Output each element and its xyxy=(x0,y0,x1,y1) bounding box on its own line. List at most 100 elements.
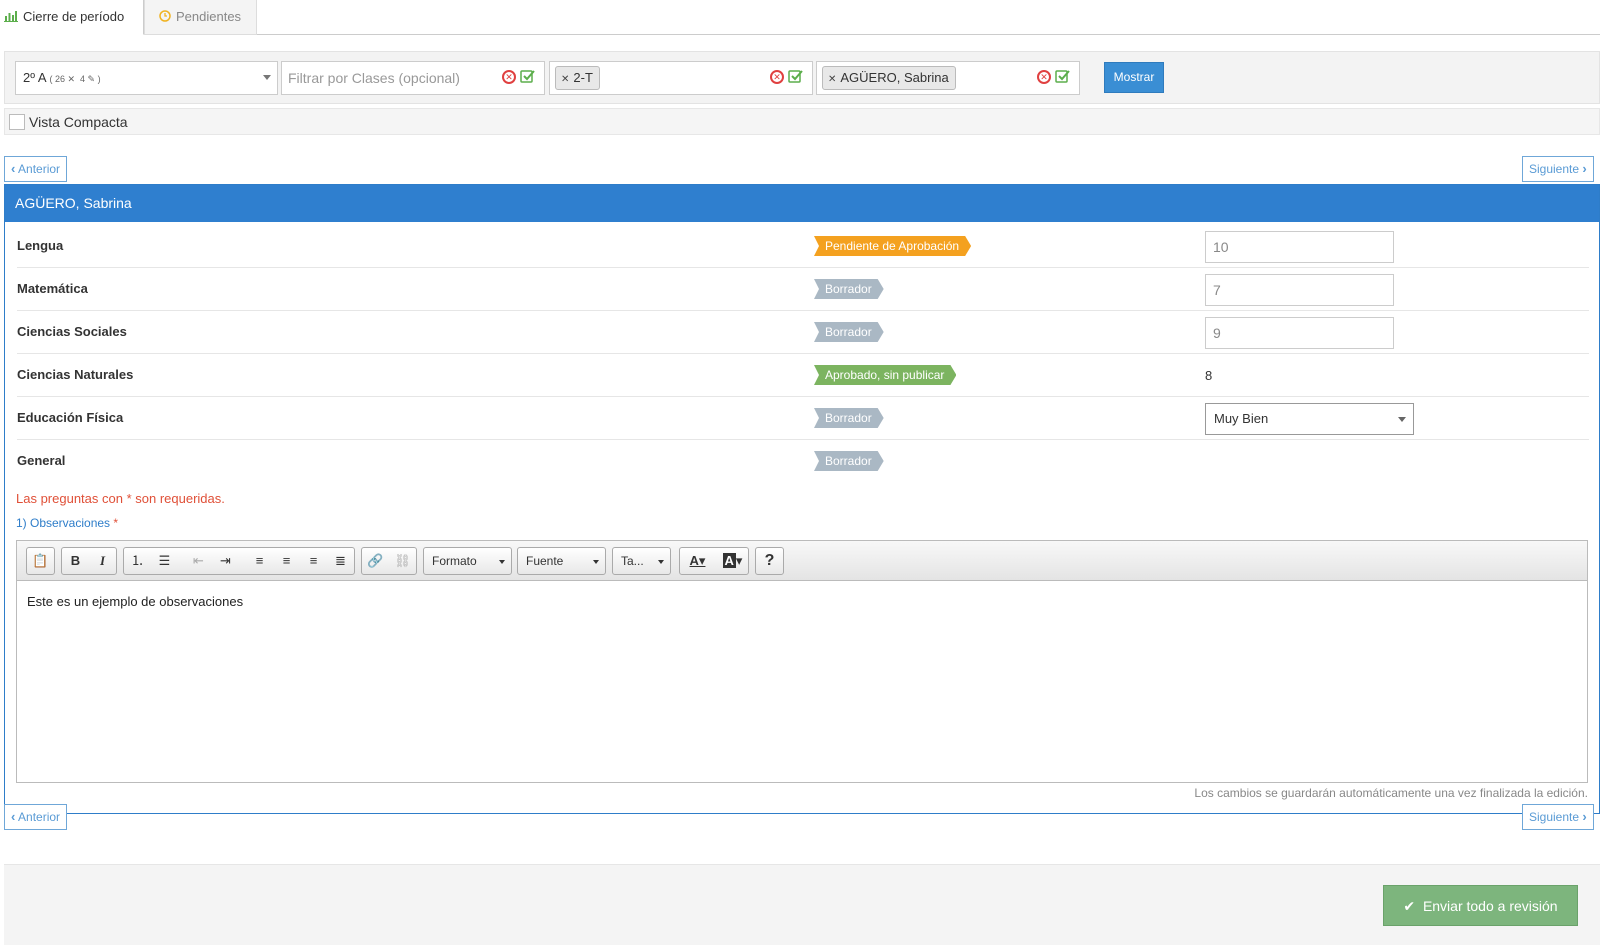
font-dropdown[interactable]: Fuente xyxy=(517,547,606,575)
period-filter-input[interactable]: ✕ 2-T ✕ xyxy=(549,61,813,95)
tab-label: Pendientes xyxy=(176,9,242,24)
required-mark: * xyxy=(113,516,119,530)
check-icon: ✔ xyxy=(1403,898,1416,914)
student-tag-label: AGÜERO, Sabrina xyxy=(840,70,949,85)
subject-row: Ciencias Naturales Aprobado, sin publica… xyxy=(17,354,1589,397)
link-icon[interactable]: 🔗 xyxy=(362,548,389,574)
chevron-down-icon xyxy=(593,560,599,564)
footer-bar xyxy=(4,864,1600,945)
numbered-list-icon[interactable]: ⒈ xyxy=(124,548,151,574)
chevron-right-icon: › xyxy=(1582,161,1587,176)
size-dropdown[interactable]: Ta... xyxy=(612,547,671,575)
chevron-down-icon xyxy=(658,560,664,564)
tab-cierre-periodo[interactable]: Cierre de período xyxy=(0,0,144,35)
compact-view-label[interactable]: Vista Compacta xyxy=(29,114,128,130)
format-dropdown[interactable]: Formato xyxy=(423,547,512,575)
tab-bar: Cierre de período Pendientes xyxy=(0,0,1600,35)
chevron-down-icon xyxy=(1398,417,1406,422)
check-square-icon[interactable] xyxy=(788,69,803,84)
clear-icon[interactable]: ✕ xyxy=(770,70,784,84)
paste-icon[interactable]: 📋 xyxy=(27,548,54,574)
help-icon[interactable]: ? xyxy=(756,548,783,574)
filter-bar: 2º A ( 26 ✕ 4 ✎ ) Filtrar por Clases (op… xyxy=(4,51,1600,104)
period-tag[interactable]: ✕ 2-T xyxy=(555,66,600,90)
student-filter-input[interactable]: ✕ AGÜERO, Sabrina ✕ xyxy=(816,61,1080,95)
required-note: Las preguntas con * son requeridas. xyxy=(16,491,225,506)
editor-toolbar: 📋 B I ⒈ ☰ ⇤ ⇥ ≡ ≡ ≡ ≣ 🔗 ⛓ Formato Fuente… xyxy=(17,541,1587,581)
course-select[interactable]: 2º A ( 26 ✕ 4 ✎ ) xyxy=(15,61,278,95)
prev-button[interactable]: ‹ Anterior xyxy=(4,804,68,830)
remove-tag-icon[interactable]: ✕ xyxy=(561,74,569,85)
status-badge: Borrador xyxy=(814,322,884,342)
student-tag[interactable]: ✕ AGÜERO, Sabrina xyxy=(822,66,956,90)
compact-view-checkbox[interactable] xyxy=(9,114,25,130)
subject-name: Ciencias Naturales xyxy=(17,367,134,382)
clock-icon xyxy=(159,1,171,35)
remove-tag-icon[interactable]: ✕ xyxy=(828,74,836,85)
chevron-down-icon xyxy=(263,75,271,80)
course-label: 2º A xyxy=(23,70,46,85)
next-button[interactable]: Siguiente › xyxy=(1522,804,1594,830)
period-tag-label: 2-T xyxy=(573,70,593,85)
grade-input[interactable]: 10 xyxy=(1205,231,1394,263)
prev-button[interactable]: ‹ Anterior xyxy=(4,156,68,182)
status-badge: Aprobado, sin publicar xyxy=(814,365,956,385)
grade-input[interactable]: 7 xyxy=(1205,274,1394,306)
bold-icon[interactable]: B xyxy=(62,548,89,574)
grade-input[interactable]: 9 xyxy=(1205,317,1394,349)
chevron-left-icon: ‹ xyxy=(11,161,16,176)
autosave-note: Los cambios se guardarán automáticamente… xyxy=(1194,786,1588,800)
grade-select[interactable]: Muy Bien xyxy=(1205,403,1414,435)
course-edited-count: 4 xyxy=(80,74,86,84)
subject-row: Educación Física Borrador Muy Bien xyxy=(17,397,1589,440)
next-label: Siguiente xyxy=(1529,162,1580,176)
prev-label: Anterior xyxy=(18,810,61,824)
tab-pendientes[interactable]: Pendientes xyxy=(144,0,257,35)
subject-name: Matemática xyxy=(17,281,88,296)
clear-icon[interactable]: ✕ xyxy=(502,70,516,84)
editor-content[interactable]: Este es un ejemplo de observaciones xyxy=(17,582,1587,782)
prev-label: Anterior xyxy=(18,162,61,176)
tab-label: Cierre de período xyxy=(23,9,125,24)
subject-row: General Borrador xyxy=(17,440,1589,483)
chevron-down-icon xyxy=(499,560,505,564)
format-label: Formato xyxy=(432,554,477,568)
grade-select-value: Muy Bien xyxy=(1214,411,1269,426)
show-button[interactable]: Mostrar xyxy=(1104,62,1164,93)
question-text: 1) Observaciones xyxy=(16,516,111,530)
classes-filter-placeholder: Filtrar por Clases (opcional) xyxy=(288,70,460,86)
check-square-icon[interactable] xyxy=(520,69,535,84)
submit-label: Enviar todo a revisión xyxy=(1422,898,1558,914)
align-center-icon[interactable]: ≡ xyxy=(273,548,300,574)
status-badge: Borrador xyxy=(814,279,884,299)
next-button[interactable]: Siguiente › xyxy=(1522,156,1594,182)
student-name-header: AGÜERO, Sabrina xyxy=(5,185,1599,222)
status-badge: Borrador xyxy=(814,451,884,471)
align-justify-icon[interactable]: ≣ xyxy=(327,548,354,574)
submit-all-button[interactable]: ✔ Enviar todo a revisión xyxy=(1383,885,1578,926)
subject-name: Ciencias Sociales xyxy=(17,324,127,339)
subject-name: Educación Física xyxy=(17,410,124,425)
bullet-list-icon[interactable]: ☰ xyxy=(151,548,178,574)
rich-text-editor: 📋 B I ⒈ ☰ ⇤ ⇥ ≡ ≡ ≡ ≣ 🔗 ⛓ Formato Fuente… xyxy=(16,540,1588,783)
question-label: 1) Observaciones * xyxy=(16,516,118,530)
status-badge: Borrador xyxy=(814,408,884,428)
check-square-icon[interactable] xyxy=(1055,69,1070,84)
unlink-icon[interactable]: ⛓ xyxy=(389,548,416,574)
background-color-icon[interactable]: A ▾ xyxy=(715,548,750,574)
align-right-icon[interactable]: ≡ xyxy=(300,548,327,574)
subject-name: General xyxy=(17,453,66,468)
font-label: Fuente xyxy=(526,554,564,568)
align-left-icon[interactable]: ≡ xyxy=(246,548,273,574)
bar-chart-icon xyxy=(4,1,18,35)
text-color-icon[interactable]: A▾ xyxy=(680,548,715,574)
classes-filter-input[interactable]: Filtrar por Clases (opcional) ✕ xyxy=(281,61,545,95)
outdent-icon[interactable]: ⇤ xyxy=(185,548,212,574)
clear-icon[interactable]: ✕ xyxy=(1037,70,1051,84)
chevron-left-icon: ‹ xyxy=(11,809,16,824)
compact-view-row: Vista Compacta xyxy=(4,108,1600,135)
indent-icon[interactable]: ⇥ xyxy=(212,548,239,574)
italic-icon[interactable]: I xyxy=(89,548,116,574)
subject-row: Matemática Borrador 7 xyxy=(17,268,1589,311)
status-badge: Pendiente de Aprobación xyxy=(814,236,971,256)
